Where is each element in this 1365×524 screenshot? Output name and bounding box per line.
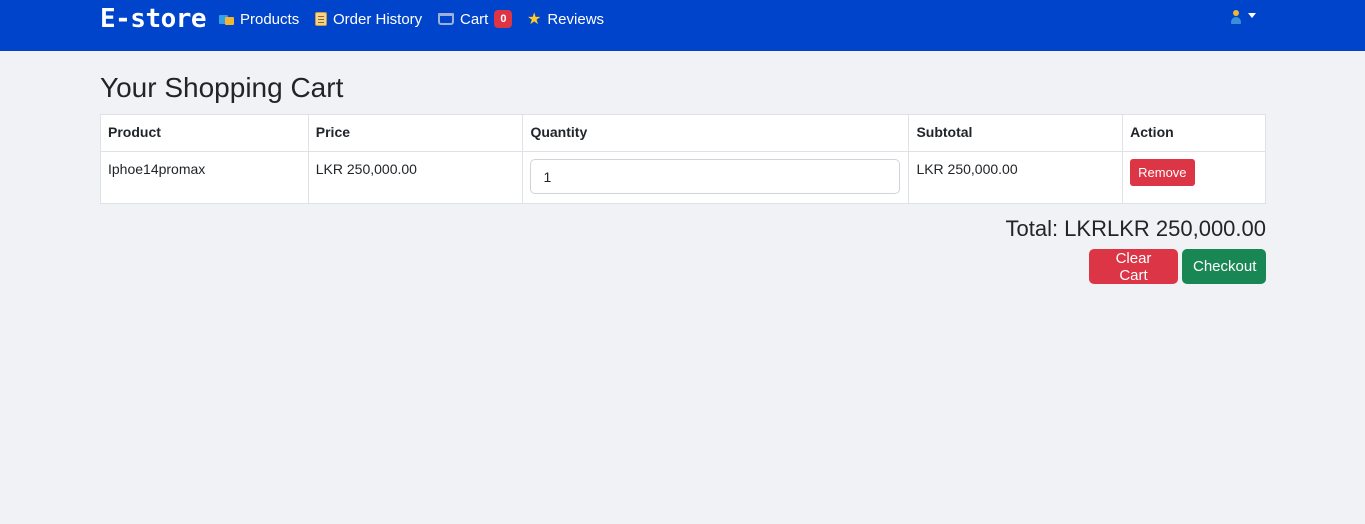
cart-total: Total: LKRLKR 250,000.00 xyxy=(1005,216,1266,241)
quantity-cell xyxy=(522,151,910,204)
brand-logo[interactable]: E-store xyxy=(100,4,207,34)
column-header-action: Action xyxy=(1122,114,1266,152)
user-icon xyxy=(1229,10,1243,24)
nav-cart-label: Cart xyxy=(460,10,489,28)
subtotal-cell: LKR 250,000.00 xyxy=(908,151,1124,204)
column-header-subtotal: Subtotal xyxy=(908,114,1124,152)
quantity-input[interactable] xyxy=(530,159,901,194)
cart-icon xyxy=(438,13,454,25)
table-header-row: Product Price Quantity Subtotal Action xyxy=(100,114,1266,152)
nav-order-history-label: Order History xyxy=(333,10,423,28)
table-row: Iphoe14promax LKR 250,000.00 LKR 250,000… xyxy=(100,151,1266,204)
nav-order-history[interactable]: Order History xyxy=(315,10,422,28)
star-icon: ★ xyxy=(527,10,542,28)
column-header-price: Price xyxy=(307,114,524,152)
clear-cart-button[interactable]: Clear Cart xyxy=(1089,249,1178,284)
scroll-icon xyxy=(315,12,327,26)
action-cell: Remove xyxy=(1122,151,1266,204)
products-icon xyxy=(219,12,234,27)
column-header-product: Product xyxy=(100,114,309,152)
navbar: E-store Products Order History Cart 0 ★ … xyxy=(0,0,1365,51)
column-header-quantity: Quantity xyxy=(522,114,910,152)
nav-reviews[interactable]: ★ Reviews xyxy=(527,10,604,28)
cart-table: Product Price Quantity Subtotal Action I… xyxy=(100,114,1266,204)
price-cell: LKR 250,000.00 xyxy=(307,151,524,204)
remove-button[interactable]: Remove xyxy=(1130,159,1195,186)
nav-products[interactable]: Products xyxy=(219,10,299,28)
checkout-button[interactable]: Checkout xyxy=(1182,249,1266,284)
cart-count-badge: 0 xyxy=(494,10,513,28)
nav-reviews-label: Reviews xyxy=(547,10,605,28)
nav-cart[interactable]: Cart 0 xyxy=(438,10,513,28)
caret-down-icon xyxy=(1248,12,1256,18)
product-name-cell: Iphoe14promax xyxy=(100,151,309,204)
user-menu-dropdown[interactable] xyxy=(1229,10,1256,24)
page-title: Your Shopping Cart xyxy=(100,72,344,103)
nav-products-label: Products xyxy=(240,10,300,28)
